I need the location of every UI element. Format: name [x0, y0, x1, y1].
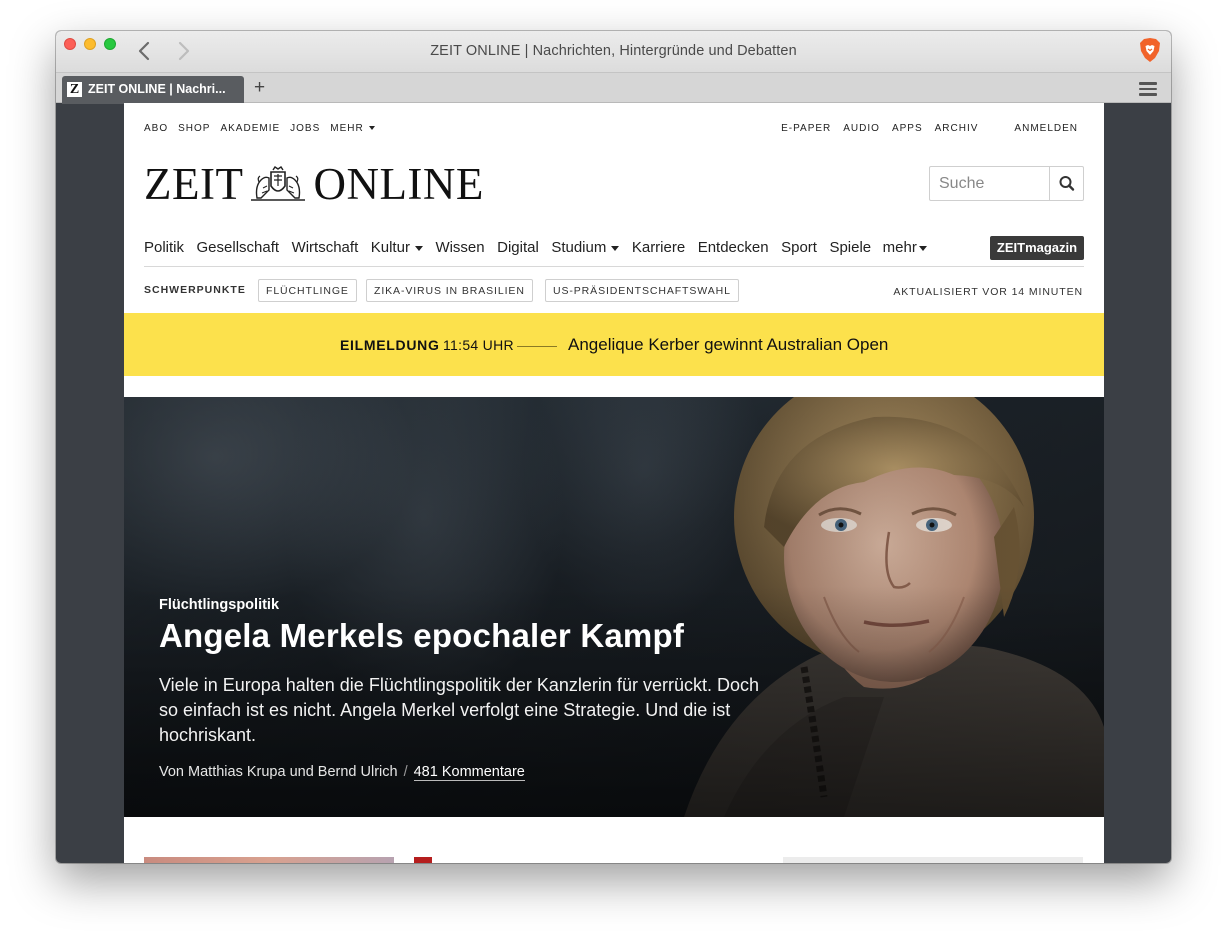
- nav-karriere[interactable]: Karriere: [632, 239, 685, 256]
- hamburger-menu-icon[interactable]: [1139, 82, 1157, 96]
- zeit-favicon-icon: Z: [67, 82, 82, 97]
- search-button[interactable]: [1049, 167, 1083, 200]
- tab-bar: Z ZEIT ONLINE | Nachri... +: [56, 72, 1171, 104]
- search-box: [929, 166, 1084, 201]
- zeit-online-logo[interactable]: ZEIT ONLINE: [144, 159, 484, 209]
- nav-digital[interactable]: Digital: [497, 239, 539, 256]
- caret-down-icon: [611, 245, 620, 251]
- nav-sport[interactable]: Sport: [781, 239, 817, 256]
- meta-link-jobs[interactable]: JOBS: [290, 123, 320, 134]
- topic-fluechtlinge[interactable]: FLÜCHTLINGE: [258, 279, 357, 302]
- breaking-label: EILMELDUNG: [340, 337, 440, 353]
- zeitmagazin-button[interactable]: ZEITmagazin: [990, 236, 1084, 260]
- nav-wissen[interactable]: Wissen: [435, 239, 484, 256]
- nav-mehr-label: mehr: [882, 239, 917, 256]
- logo-word-zeit: ZEIT: [144, 159, 244, 209]
- meta-link-shop[interactable]: SHOP: [178, 123, 210, 134]
- topics-label: SCHWERPUNKTE: [144, 284, 246, 296]
- hero-kicker: Flüchtlingspolitik: [159, 597, 280, 613]
- web-page: ABO SHOP AKADEMIE JOBS MEHR E-PAPER AUDI…: [124, 103, 1104, 863]
- meta-link-epaper[interactable]: E-PAPER: [781, 123, 831, 134]
- browser-window: ZEIT ONLINE | Nachrichten, Hintergründe …: [56, 31, 1171, 863]
- login-link[interactable]: ANMELDEN: [1014, 123, 1078, 134]
- main-navigation: Politik Gesellschaft Wirtschaft Kultur W…: [144, 239, 927, 256]
- nav-kultur-label: Kultur: [370, 239, 410, 256]
- logo-word-online: ONLINE: [313, 159, 484, 209]
- caret-down-icon: [368, 126, 375, 131]
- meta-link-apps[interactable]: APPS: [892, 123, 923, 134]
- meta-link-audio[interactable]: AUDIO: [843, 123, 880, 134]
- next-teaser-image[interactable]: [144, 857, 394, 863]
- hero-teaser[interactable]: Flüchtlingspolitik Angela Merkels epocha…: [124, 397, 1104, 817]
- search-input[interactable]: [930, 167, 1050, 200]
- hero-teaser-text: Viele in Europa halten die Flüchtlingspo…: [159, 675, 759, 745]
- breaking-news-banner[interactable]: EILMELDUNG 11:54 UHR Angelique Kerber ge…: [124, 313, 1104, 376]
- meta-link-mehr[interactable]: MEHR: [330, 123, 375, 134]
- sidebar-box: [783, 857, 1083, 863]
- hero-headline[interactable]: Angela Merkels epochaler Kampf: [159, 617, 684, 655]
- meta-link-akademie[interactable]: AKADEMIE: [220, 123, 280, 134]
- hero-byline: Von Matthias Krupa und Bernd Ulrich / 481 …: [159, 764, 525, 781]
- breaking-headline[interactable]: Angelique Kerber gewinnt Australian Open: [568, 335, 888, 355]
- nav-spiele[interactable]: Spiele: [829, 239, 871, 256]
- comments-link[interactable]: 481 Kommentare: [413, 764, 525, 781]
- caret-down-icon: [414, 245, 423, 251]
- brave-lion-icon[interactable]: [1139, 37, 1161, 63]
- meta-nav-left: ABO SHOP AKADEMIE JOBS MEHR: [144, 123, 375, 134]
- hero-author: Von Matthias Krupa und Bernd Ulrich: [159, 764, 398, 780]
- nav-divider: [144, 266, 1084, 267]
- nav-gesellschaft[interactable]: Gesellschaft: [197, 239, 280, 256]
- tab-zeit-online[interactable]: Z ZEIT ONLINE | Nachri...: [62, 76, 244, 104]
- meta-link-mehr-label: MEHR: [330, 123, 364, 134]
- crest-logo-icon: [251, 166, 306, 201]
- byline-separator: /: [403, 764, 408, 780]
- meta-link-abo[interactable]: ABO: [144, 123, 168, 134]
- nav-wirtschaft[interactable]: Wirtschaft: [292, 239, 359, 256]
- caret-down-icon: [918, 245, 927, 251]
- nav-entdecken[interactable]: Entdecken: [698, 239, 769, 256]
- tab-title: ZEIT ONLINE | Nachri...: [88, 82, 226, 96]
- updated-timestamp: AKTUALISIERT VOR 14 MINUTEN: [893, 286, 1083, 298]
- breaking-divider: [517, 346, 557, 347]
- breaking-time: 11:54 UHR: [443, 337, 514, 353]
- window-title: ZEIT ONLINE | Nachrichten, Hintergründe …: [430, 43, 797, 59]
- topic-zika-virus[interactable]: ZIKA-VIRUS IN BRASILIEN: [366, 279, 533, 302]
- new-tab-button[interactable]: +: [254, 77, 265, 99]
- title-bar: ZEIT ONLINE | Nachrichten, Hintergründe …: [56, 31, 1171, 72]
- nav-politik[interactable]: Politik: [144, 239, 184, 256]
- topic-us-wahl[interactable]: US-PRÄSIDENTSCHAFTSWAHL: [545, 279, 739, 302]
- next-teaser-kicker[interactable]: [414, 857, 432, 863]
- nav-kultur[interactable]: Kultur: [371, 239, 423, 256]
- nav-mehr[interactable]: mehr: [883, 239, 927, 256]
- nav-studium[interactable]: Studium: [551, 239, 620, 256]
- meta-nav-right: E-PAPER AUDIO APPS ARCHIV ANMELDEN: [781, 123, 1078, 134]
- meta-link-archiv[interactable]: ARCHIV: [935, 123, 979, 134]
- nav-studium-label: Studium: [551, 239, 607, 256]
- search-icon: [1059, 176, 1075, 191]
